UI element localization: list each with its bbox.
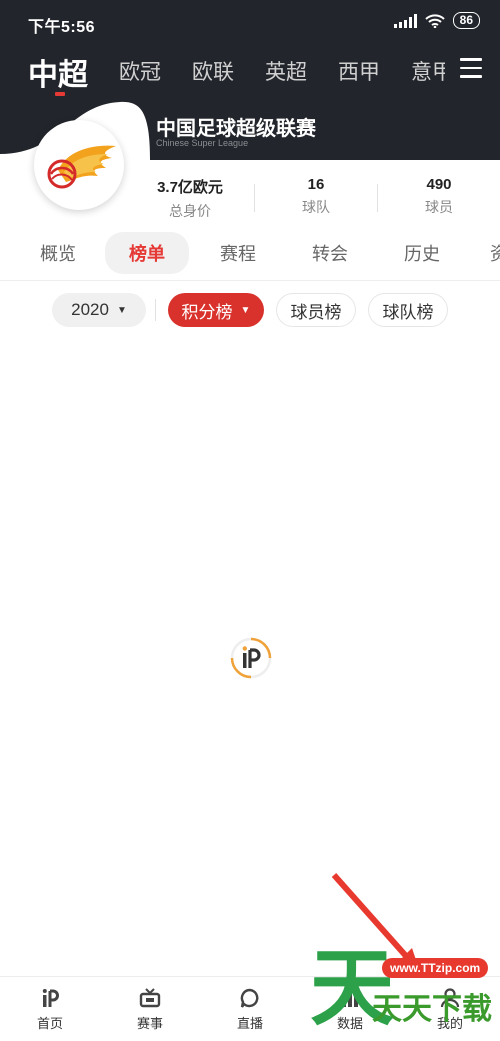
nav-label: 我的 — [436, 1016, 463, 1031]
tab-schedule[interactable]: 赛程 — [220, 240, 256, 266]
league-tab-csl[interactable]: 中超 — [28, 50, 88, 94]
divider — [155, 299, 156, 321]
nav-profile[interactable]: 我的 — [415, 987, 485, 1032]
home-logo-icon — [42, 989, 59, 1007]
nav-home[interactable]: 首页 — [15, 987, 85, 1032]
nav-label: 首页 — [36, 1016, 63, 1031]
caret-down-icon: ▼ — [240, 304, 251, 316]
loading-spinner-icon — [230, 637, 272, 679]
league-tab-seriea[interactable]: 意甲 — [411, 56, 445, 86]
tab-more[interactable]: 资 — [490, 240, 500, 266]
divider — [0, 280, 500, 281]
stat-label: 球队 — [302, 199, 330, 215]
nav-live[interactable]: 直播 — [215, 987, 285, 1032]
season-dropdown[interactable]: 2020 ▼ — [52, 293, 146, 327]
stat-teams: 16 球队 — [256, 176, 376, 217]
stat-label: 球员 — [425, 199, 453, 215]
tab-rankings[interactable]: 榜单 — [105, 232, 189, 274]
team-ranking-chip[interactable]: 球队榜 — [368, 293, 448, 327]
league-stats: 3.7亿欧元 总身价 16 球队 490 球员 — [130, 176, 500, 222]
nav-label: 赛事 — [136, 1016, 163, 1031]
status-bar: 下午5:56 86 — [0, 0, 500, 44]
nav-data[interactable]: 数据 — [315, 987, 385, 1032]
tab-transfers[interactable]: 转会 — [312, 240, 348, 266]
standings-chip[interactable]: 积分榜 ▼ — [168, 293, 264, 327]
league-logo — [34, 120, 124, 210]
divider — [377, 184, 378, 212]
caret-down-icon: ▼ — [116, 304, 127, 316]
person-icon — [440, 988, 460, 1008]
chat-bubble-icon — [240, 988, 259, 1008]
season-value: 2020 — [71, 300, 109, 319]
wifi-icon — [424, 13, 445, 28]
signal-icon — [393, 13, 417, 28]
status-icons: 86 — [393, 12, 480, 29]
nav-label: 数据 — [336, 1016, 363, 1031]
stat-label: 总身价 — [169, 203, 211, 219]
arrow-icon — [331, 873, 420, 972]
bar-chart-icon — [342, 991, 358, 1007]
standings-label: 积分榜 — [181, 302, 233, 322]
tv-icon — [139, 988, 161, 1008]
league-tab-uel[interactable]: 欧联 — [192, 56, 234, 86]
league-tabs: 中超 欧冠 欧联 英超 西甲 意甲 — [0, 44, 500, 94]
watermark-url: www.TTzip.com — [382, 958, 489, 978]
nav-matches[interactable]: 赛事 — [115, 987, 185, 1032]
stat-value: 490 — [426, 176, 452, 193]
bottom-navigation: 首页 赛事 直播 数据 我的 — [0, 976, 500, 1041]
divider — [254, 184, 255, 212]
stat-value: 3.7亿欧元 — [157, 179, 223, 196]
ranking-filters: 2020 ▼ 积分榜 ▼ 球员榜 球队榜 — [0, 293, 500, 329]
league-tab-ucl[interactable]: 欧冠 — [119, 56, 161, 86]
league-tab-laliga[interactable]: 西甲 — [338, 56, 380, 86]
csl-logo-icon — [47, 145, 116, 189]
menu-icon[interactable] — [460, 58, 482, 78]
player-ranking-label: 球员榜 — [290, 302, 342, 322]
stat-market-value: 3.7亿欧元 总身价 — [130, 176, 250, 221]
section-tabs: 概览 榜单 赛程 转会 历史 资 — [0, 232, 500, 274]
team-ranking-label: 球队榜 — [382, 302, 434, 322]
league-tab-epl[interactable]: 英超 — [265, 56, 307, 86]
stat-value: 16 — [307, 176, 325, 193]
nav-label: 直播 — [236, 1016, 263, 1031]
player-ranking-chip[interactable]: 球员榜 — [276, 293, 356, 327]
battery-icon: 86 — [452, 12, 480, 29]
stat-players: 490 球员 — [379, 176, 499, 217]
status-time: 下午5:56 — [28, 19, 96, 36]
tab-history[interactable]: 历史 — [404, 240, 440, 266]
tab-overview[interactable]: 概览 — [40, 240, 76, 266]
